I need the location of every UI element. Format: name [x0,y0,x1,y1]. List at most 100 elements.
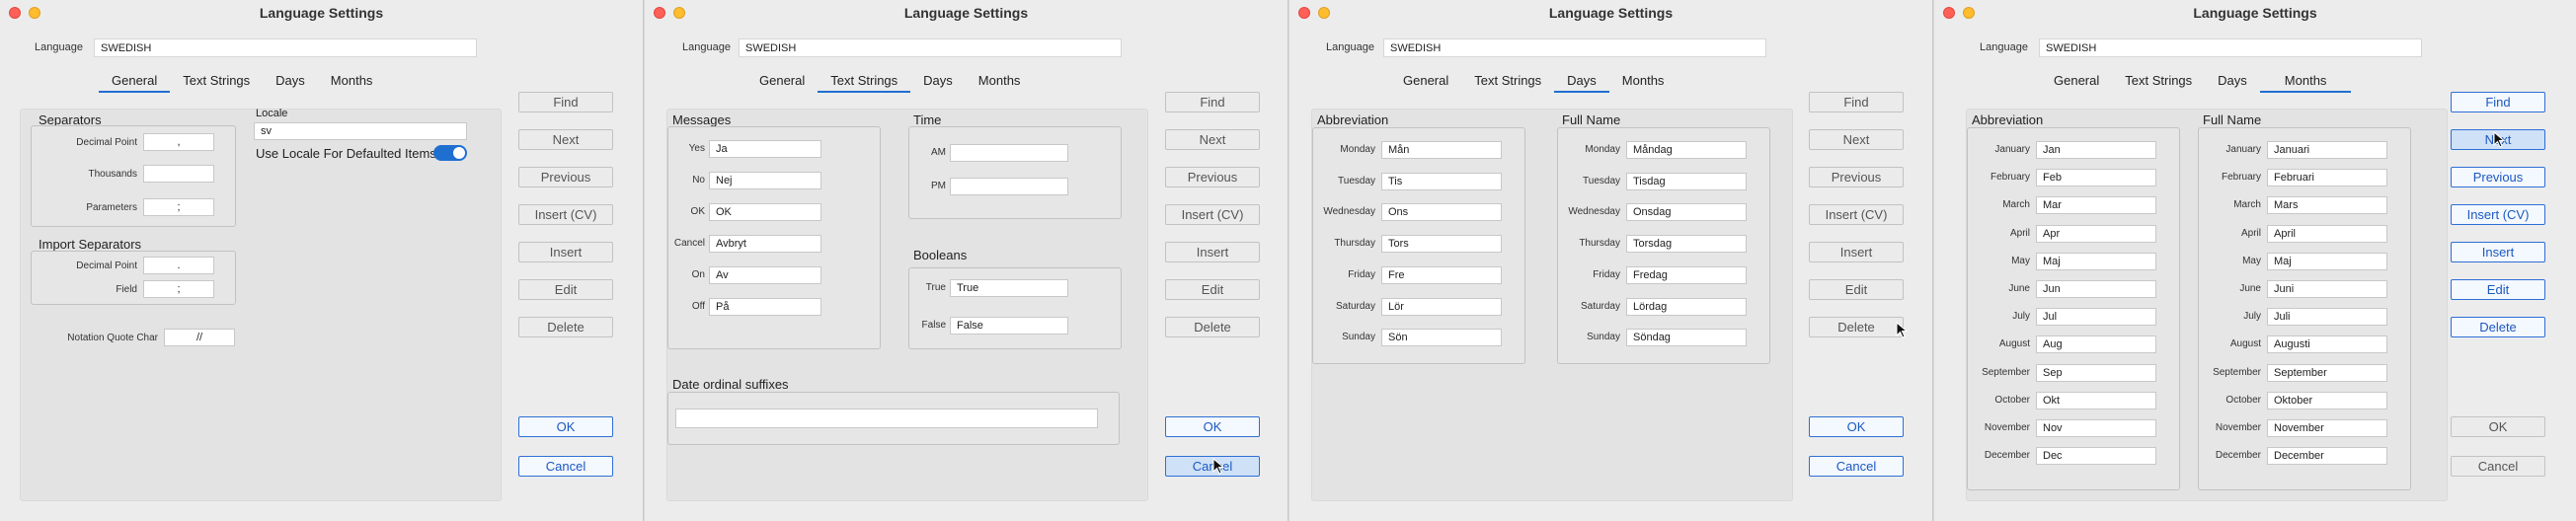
delete-button[interactable]: Delete [1809,317,1904,337]
tab-months[interactable]: Months [2259,71,2352,93]
delete-button[interactable]: Delete [1165,317,1260,337]
message-field[interactable]: Nej [709,172,821,189]
message-field[interactable]: OK [709,203,821,221]
next-button[interactable]: Next [1809,129,1904,150]
months-abbr-field[interactable]: Okt [2036,391,2156,409]
days-full-field[interactable]: Måndag [1626,141,1747,159]
tab-general[interactable]: General [99,71,171,93]
ok-button[interactable]: OK [2451,416,2545,437]
message-field[interactable]: Avbryt [709,235,821,253]
next-button[interactable]: Next [518,129,613,150]
days-full-field[interactable]: Fredag [1626,265,1747,284]
months-full-field[interactable]: Oktober [2267,391,2387,409]
months-abbr-field[interactable]: Feb [2036,169,2156,187]
edit-button[interactable]: Edit [1809,279,1904,300]
days-abbr-field[interactable]: Lör [1381,297,1502,316]
months-abbr-field[interactable]: Maj [2036,252,2156,270]
insert-button[interactable]: Insert [1165,242,1260,262]
days-full-field[interactable]: Söndag [1626,329,1747,347]
parameters-field[interactable]: ; [143,198,214,216]
close-window-icon[interactable] [1943,7,1955,19]
am-field[interactable] [950,144,1068,162]
next-button[interactable]: Next [1165,129,1260,150]
months-full-field[interactable]: Juni [2267,280,2387,298]
tab-text-strings[interactable]: Text Strings [2112,71,2205,93]
tab-general[interactable]: General [2041,71,2112,93]
field-separator-field[interactable]: ; [143,280,214,298]
months-full-field[interactable]: Juli [2267,308,2387,327]
days-full-field[interactable]: Tisdag [1626,172,1747,190]
close-window-icon[interactable] [654,7,665,19]
delete-button[interactable]: Delete [518,317,613,337]
months-full-field[interactable]: November [2267,419,2387,437]
find-button[interactable]: Find [2451,92,2545,112]
tab-months[interactable]: Months [966,71,1034,93]
days-abbr-field[interactable]: Mån [1381,141,1502,159]
close-window-icon[interactable] [1298,7,1310,19]
decimal-point-field[interactable]: , [143,133,214,151]
months-full-field[interactable]: Mars [2267,196,2387,215]
insert-cv-button[interactable]: Insert (CV) [1165,204,1260,225]
insert-button[interactable]: Insert [2451,242,2545,262]
pm-field[interactable] [950,178,1068,195]
months-full-field[interactable]: Februari [2267,169,2387,187]
tab-days[interactable]: Days [2205,71,2260,93]
tab-general[interactable]: General [1390,71,1461,93]
tab-months[interactable]: Months [1609,71,1678,93]
months-abbr-field[interactable]: Jun [2036,280,2156,298]
language-field[interactable]: SWEDISH [94,38,477,57]
months-full-field[interactable]: Januari [2267,141,2387,159]
days-abbr-field[interactable]: Sön [1381,329,1502,347]
cancel-button[interactable]: Cancel [1809,456,1904,477]
months-full-field[interactable]: Augusti [2267,335,2387,354]
months-abbr-field[interactable]: Jan [2036,141,2156,159]
tab-days[interactable]: Days [910,71,966,93]
months-full-field[interactable]: Maj [2267,252,2387,270]
minimize-window-icon[interactable] [29,7,40,19]
insert-cv-button[interactable]: Insert (CV) [1809,204,1904,225]
insert-button[interactable]: Insert [1809,242,1904,262]
minimize-window-icon[interactable] [1963,7,1975,19]
tab-general[interactable]: General [746,71,818,93]
tab-text-strings[interactable]: Text Strings [170,71,263,93]
tab-days[interactable]: Days [263,71,318,93]
date-ordinal-suffixes-field[interactable] [675,409,1098,428]
days-abbr-field[interactable]: Fre [1381,265,1502,284]
edit-button[interactable]: Edit [1165,279,1260,300]
tab-months[interactable]: Months [318,71,386,93]
previous-button[interactable]: Previous [518,167,613,187]
days-full-field[interactable]: Lördag [1626,297,1747,316]
notation-quote-char-field[interactable]: // [164,329,235,346]
cancel-button[interactable]: Cancel [2451,456,2545,477]
locale-field[interactable]: sv [254,122,467,140]
insert-cv-button[interactable]: Insert (CV) [2451,204,2545,225]
find-button[interactable]: Find [518,92,613,112]
insert-cv-button[interactable]: Insert (CV) [518,204,613,225]
months-abbr-field[interactable]: Nov [2036,419,2156,437]
message-field[interactable]: Ja [709,140,821,158]
edit-button[interactable]: Edit [2451,279,2545,300]
days-abbr-field[interactable]: Tis [1381,172,1502,190]
find-button[interactable]: Find [1165,92,1260,112]
months-full-field[interactable]: April [2267,224,2387,243]
months-full-field[interactable]: December [2267,447,2387,466]
cancel-button[interactable]: Cancel [518,456,613,477]
days-abbr-field[interactable]: Tors [1381,235,1502,254]
days-full-field[interactable]: Torsdag [1626,235,1747,254]
message-field[interactable]: Av [709,266,821,284]
months-abbr-field[interactable]: Mar [2036,196,2156,215]
minimize-window-icon[interactable] [673,7,685,19]
insert-button[interactable]: Insert [518,242,613,262]
tab-days[interactable]: Days [1554,71,1609,93]
months-full-field[interactable]: September [2267,363,2387,382]
use-locale-toggle[interactable] [433,145,467,161]
find-button[interactable]: Find [1809,92,1904,112]
months-abbr-field[interactable]: Aug [2036,335,2156,354]
minimize-window-icon[interactable] [1318,7,1330,19]
tab-text-strings[interactable]: Text Strings [818,71,911,93]
months-abbr-field[interactable]: Apr [2036,224,2156,243]
thousands-field[interactable] [143,165,214,183]
months-abbr-field[interactable]: Jul [2036,308,2156,327]
message-field[interactable]: På [709,298,821,316]
false-field[interactable]: False [950,317,1068,335]
